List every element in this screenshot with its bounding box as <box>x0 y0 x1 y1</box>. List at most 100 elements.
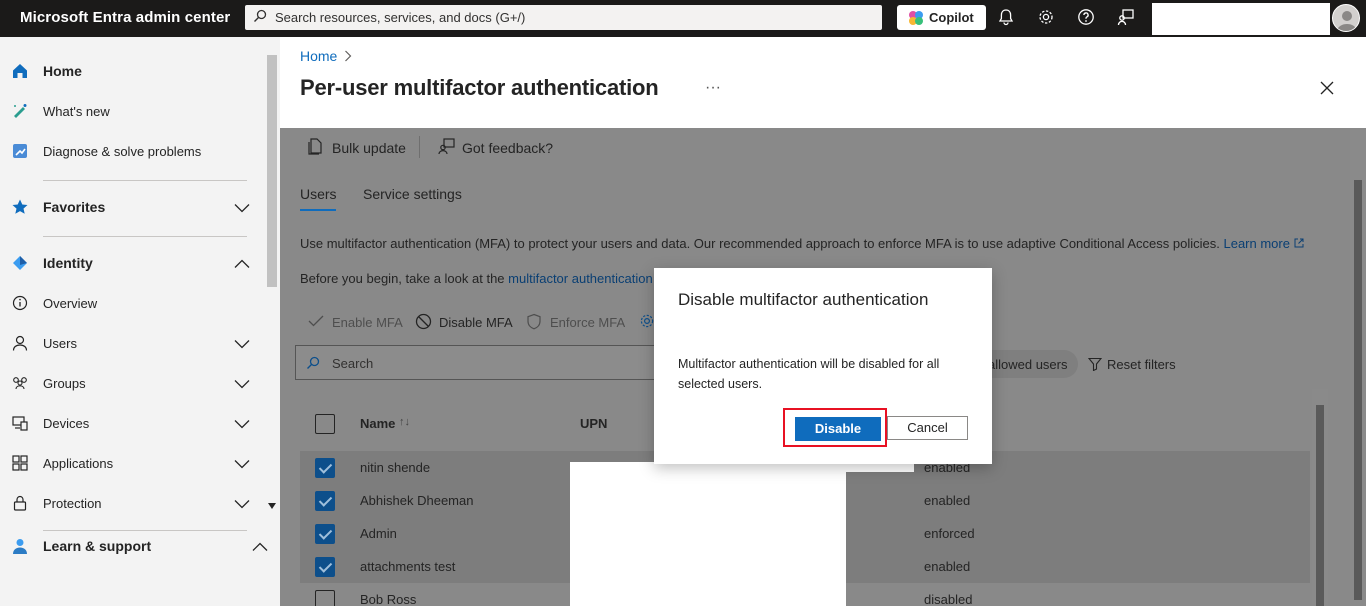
brand-title[interactable]: Microsoft Entra admin center <box>20 9 230 26</box>
row-checkbox[interactable] <box>315 524 335 544</box>
column-header-name[interactable]: Name <box>360 416 395 431</box>
help-icon[interactable] <box>1077 8 1097 28</box>
chevron-down-icon[interactable] <box>234 497 250 512</box>
page-title: Per-user multifactor authentication <box>300 75 659 100</box>
more-options-icon[interactable]: ··· <box>705 79 721 97</box>
row-checkbox[interactable] <box>315 590 335 606</box>
disable-button[interactable]: Disable <box>795 417 881 441</box>
chevron-down-icon[interactable] <box>234 417 250 432</box>
external-link-icon <box>1294 238 1304 248</box>
identity-icon <box>11 254 29 272</box>
user-icon <box>11 334 29 352</box>
sidebar-item-devices[interactable]: Devices <box>0 403 264 443</box>
copilot-button[interactable]: Copilot <box>897 5 986 30</box>
learn-more-link[interactable]: Learn more <box>1223 236 1289 251</box>
top-bar: Microsoft Entra admin center Search reso… <box>0 0 1366 37</box>
groups-icon <box>11 374 29 392</box>
sidebar-item-label: Devices <box>43 416 90 431</box>
tab-users[interactable]: Users <box>300 186 337 202</box>
sidebar-item-groups[interactable]: Groups <box>0 363 264 403</box>
filter-pill-label: allowed users <box>988 357 1068 372</box>
row-checkbox[interactable] <box>315 491 335 511</box>
account-name-redacted <box>1152 3 1330 35</box>
sidebar-item-users[interactable]: Users <box>0 323 264 363</box>
disable-mfa-dialog: Disable multifactor authentication Multi… <box>654 268 992 464</box>
global-search-placeholder: Search resources, services, and docs (G+… <box>275 10 526 25</box>
tab-service-settings[interactable]: Service settings <box>363 186 462 202</box>
home-icon <box>11 62 29 80</box>
enable-mfa-label: Enable MFA <box>332 315 403 330</box>
before-you-begin-text: Before you begin, take a look at the mul… <box>300 271 653 286</box>
chevron-right-icon <box>344 50 352 65</box>
learn-icon <box>11 537 29 555</box>
row-checkbox[interactable] <box>315 458 335 478</box>
star-icon <box>11 198 29 216</box>
user-search-input[interactable]: Search <box>295 345 655 380</box>
chevron-down-icon[interactable] <box>234 201 250 216</box>
sidebar-item-whats-new[interactable]: What's new <box>0 91 264 131</box>
chevron-down-icon[interactable] <box>234 377 250 392</box>
column-header-upn[interactable]: UPN <box>580 416 607 431</box>
page-scrollbar-thumb[interactable] <box>1354 180 1362 600</box>
info-icon <box>11 294 29 312</box>
sidebar-item-applications[interactable]: Applications <box>0 443 264 483</box>
applications-icon <box>11 454 29 472</box>
sidebar-item-label: Learn & support <box>43 538 152 554</box>
before-you-begin-prefix: Before you begin, take a look at the <box>300 271 505 286</box>
row-checkbox[interactable] <box>315 557 335 577</box>
enforce-mfa-label: Enforce MFA <box>550 315 626 330</box>
sidebar-divider <box>43 236 247 237</box>
feedback-label: Got feedback? <box>462 140 554 156</box>
settings-icon[interactable] <box>639 313 655 329</box>
row-name: Abhishek Dheeman <box>360 493 474 508</box>
chevron-up-icon[interactable] <box>252 540 268 555</box>
cancel-button-label: Cancel <box>907 420 948 435</box>
sort-icon[interactable]: ↑↓ <box>399 416 410 428</box>
sidebar-item-label: What's new <box>43 104 110 119</box>
grid-scrollbar-thumb[interactable] <box>1316 405 1324 606</box>
mfa-info-line: Use multifactor authentication (MFA) to … <box>300 236 1220 251</box>
sidebar-item-favorites[interactable]: Favorites <box>0 187 264 227</box>
sidebar-item-label: Protection <box>43 496 102 511</box>
chevron-up-icon[interactable] <box>234 257 250 272</box>
scroll-down-arrow-icon[interactable] <box>267 502 277 510</box>
block-icon <box>415 313 432 330</box>
close-icon[interactable] <box>1320 81 1334 98</box>
sidebar-item-overview[interactable]: Overview <box>0 283 264 323</box>
active-tab-indicator <box>300 209 336 211</box>
sidebar-item-label: Users <box>43 336 77 351</box>
global-search-input[interactable]: Search resources, services, and docs (G+… <box>245 5 882 30</box>
sidebar-item-home[interactable]: Home <box>0 51 264 91</box>
chevron-down-icon[interactable] <box>234 457 250 472</box>
sidebar-item-label: Home <box>43 63 82 79</box>
whats-new-icon <box>11 102 29 120</box>
row-mfa-status: enforced <box>924 526 975 541</box>
sidebar-scrollbar-thumb[interactable] <box>267 55 277 287</box>
copilot-label: Copilot <box>929 10 974 25</box>
sidebar-item-identity[interactable]: Identity <box>0 243 264 283</box>
avatar[interactable] <box>1332 4 1360 32</box>
select-all-checkbox[interactable] <box>315 414 335 434</box>
shield-icon <box>527 313 541 330</box>
sidebar-item-label: Groups <box>43 376 86 391</box>
feedback-icon[interactable] <box>1117 8 1137 28</box>
sidebar-item-diagnose[interactable]: Diagnose & solve problems <box>0 131 264 171</box>
mfa-guide-link[interactable]: multifactor authentication <box>508 271 653 286</box>
sidebar-item-learn-support[interactable]: Learn & support <box>0 526 268 566</box>
gear-icon[interactable] <box>1037 8 1057 28</box>
chevron-down-icon[interactable] <box>234 337 250 352</box>
sidebar-item-protection[interactable]: Protection <box>0 483 264 523</box>
reset-filters-label: Reset filters <box>1107 357 1176 372</box>
search-icon <box>253 9 267 26</box>
user-search-placeholder: Search <box>332 356 374 371</box>
page-header: Home Per-user multifactor authentication… <box>280 37 1366 128</box>
row-mfa-status: enabled <box>924 559 971 574</box>
sidebar-item-label: Overview <box>43 296 98 311</box>
dialog-message: Multifactor authentication will be disab… <box>678 357 940 391</box>
cancel-button[interactable]: Cancel <box>887 416 968 440</box>
copilot-icon <box>908 10 924 29</box>
feedback-icon <box>438 138 455 155</box>
lock-icon <box>11 494 29 512</box>
bell-icon[interactable] <box>997 8 1017 28</box>
breadcrumb-home[interactable]: Home <box>300 48 337 64</box>
